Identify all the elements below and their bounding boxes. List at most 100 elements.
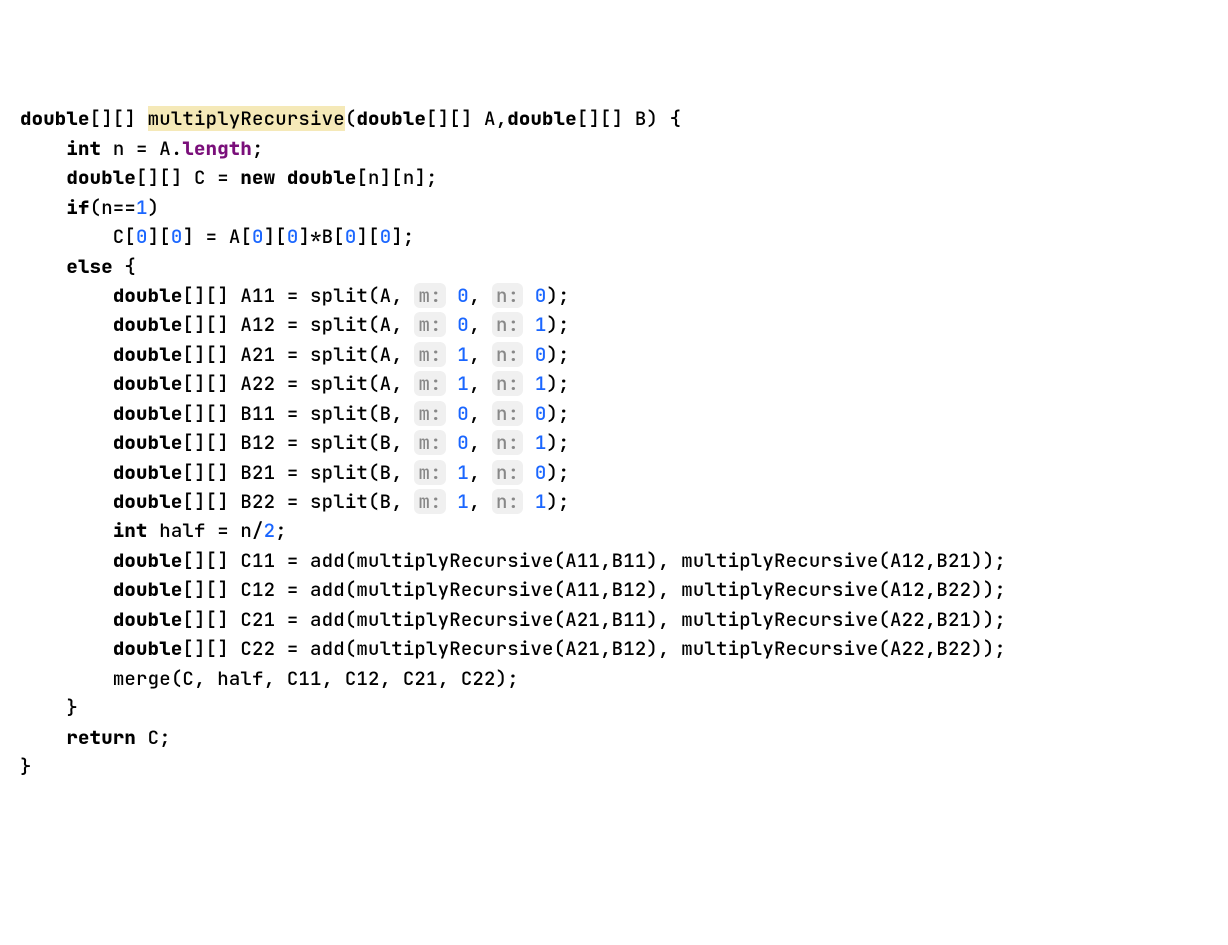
text: , (469, 401, 492, 426)
text: C[ (20, 224, 136, 249)
number-literal: 0 (523, 401, 546, 426)
code-line-c12: double[][] C12 = add(multiplyRecursive(A… (20, 575, 1208, 604)
keyword-double: double (113, 283, 183, 308)
text: ]*B[ (298, 224, 344, 249)
text: ); (546, 460, 569, 485)
indent (20, 460, 113, 485)
code-line-4: double[][] C = new double[n][n]; (20, 163, 1208, 192)
text: [][] A12 = split(A, (182, 312, 414, 337)
text: [][] C21 = add(multiplyRecursive(A21,B11… (182, 607, 1006, 632)
text: ); (546, 342, 569, 367)
indent (20, 666, 113, 691)
indent (20, 165, 66, 190)
indent (20, 195, 66, 220)
param-hint-n: n: (492, 283, 523, 308)
number-literal: 0 (523, 283, 546, 308)
indent (20, 636, 113, 661)
text: ); (546, 312, 569, 337)
text: [][] A21 = split(A, (182, 342, 414, 367)
number-literal: 1 (446, 489, 469, 514)
keyword-double: double (113, 607, 183, 632)
code-line-c21: double[][] C21 = add(multiplyRecursive(A… (20, 605, 1208, 634)
param-hint-m: m: (414, 460, 445, 485)
text: [][] B) { (577, 106, 681, 131)
text: merge(C, half, C11, C12, C21, C22); (113, 666, 519, 691)
text: [][] A11 = split(A, (182, 283, 414, 308)
text: , (469, 312, 492, 337)
text: ); (546, 283, 569, 308)
keyword-double: double (507, 106, 577, 131)
text: ( (345, 106, 357, 131)
code-line-split-a21: double[][] A21 = split(A, m: 1, n: 0); (20, 340, 1208, 369)
number-literal: 1 (136, 195, 148, 220)
indent (20, 430, 113, 455)
text: [][] B12 = split(B, (182, 430, 414, 455)
number-literal: 1 (446, 460, 469, 485)
code-line-c11: double[][] C11 = add(multiplyRecursive(A… (20, 546, 1208, 575)
text: n = A. (101, 136, 182, 161)
number-literal: 0 (523, 342, 546, 367)
code-line-split-b12: double[][] B12 = split(B, m: 0, n: 1); (20, 428, 1208, 457)
text: } (20, 754, 32, 779)
text: [][] C12 = add(multiplyRecursive(A11,B12… (182, 577, 1006, 602)
keyword-double: double (113, 342, 183, 367)
number-literal: 0 (446, 401, 469, 426)
number-literal: 0 (136, 224, 148, 249)
keyword-return: return (66, 725, 136, 750)
code-line-split-b11: double[][] B11 = split(B, m: 0, n: 0); (20, 399, 1208, 428)
indent (20, 695, 66, 720)
keyword-double: double (113, 548, 183, 573)
code-line-6: C[0][0] = A[0][0]*B[0][0]; (20, 222, 1208, 251)
number-literal: 1 (523, 489, 546, 514)
text: [][] B22 = split(B, (182, 489, 414, 514)
code-line-c22: double[][] C22 = add(multiplyRecursive(A… (20, 634, 1208, 663)
text: ] = A[ (182, 224, 252, 249)
text: [][] A22 = split(A, (182, 371, 414, 396)
number-literal: 0 (171, 224, 183, 249)
param-hint-n: n: (492, 342, 523, 367)
text: [][] A, (426, 106, 507, 131)
param-hint-n: n: (492, 430, 523, 455)
text: , (469, 283, 492, 308)
text: , (469, 460, 492, 485)
text: ); (546, 371, 569, 396)
param-hint-m: m: (414, 401, 445, 426)
text: , (469, 430, 492, 455)
text: [][] C11 = add(multiplyRecursive(A11,B11… (182, 548, 1006, 573)
number-literal: 1 (446, 342, 469, 367)
indent (20, 518, 113, 543)
text: ][ (356, 224, 379, 249)
indent (20, 254, 66, 279)
number-literal: 1 (523, 430, 546, 455)
text: (n== (90, 195, 136, 220)
number-literal: 0 (380, 224, 392, 249)
number-literal: 1 (523, 371, 546, 396)
method-name-highlighted: multiplyRecursive (148, 106, 345, 131)
keyword-double: double (113, 489, 183, 514)
text: ); (546, 401, 569, 426)
keyword-double: double (113, 430, 183, 455)
text: } (66, 695, 78, 720)
code-block: double[][] multiplyRecursive(double[][] … (20, 104, 1208, 781)
code-line-close-method: } (20, 752, 1208, 781)
code-line-1: double[][] multiplyRecursive(double[][] … (20, 104, 1208, 133)
number-literal: 0 (446, 283, 469, 308)
code-line-close-else: } (20, 693, 1208, 722)
param-hint-m: m: (414, 489, 445, 514)
text: ][ (264, 224, 287, 249)
number-literal: 0 (523, 460, 546, 485)
indent (20, 577, 113, 602)
indent (20, 401, 113, 426)
text: , (469, 342, 492, 367)
param-hint-n: n: (492, 489, 523, 514)
number-literal: 0 (252, 224, 264, 249)
indent (20, 371, 113, 396)
text: ) (148, 195, 160, 220)
code-line-merge: merge(C, half, C11, C12, C21, C22); (20, 664, 1208, 693)
code-line-5: if(n==1) (20, 193, 1208, 222)
text: [][] C22 = add(multiplyRecursive(A21,B12… (182, 636, 1006, 661)
code-line-return: return C; (20, 723, 1208, 752)
number-literal: 0 (446, 430, 469, 455)
keyword-new-double: new double (240, 165, 356, 190)
keyword-double: double (113, 460, 183, 485)
